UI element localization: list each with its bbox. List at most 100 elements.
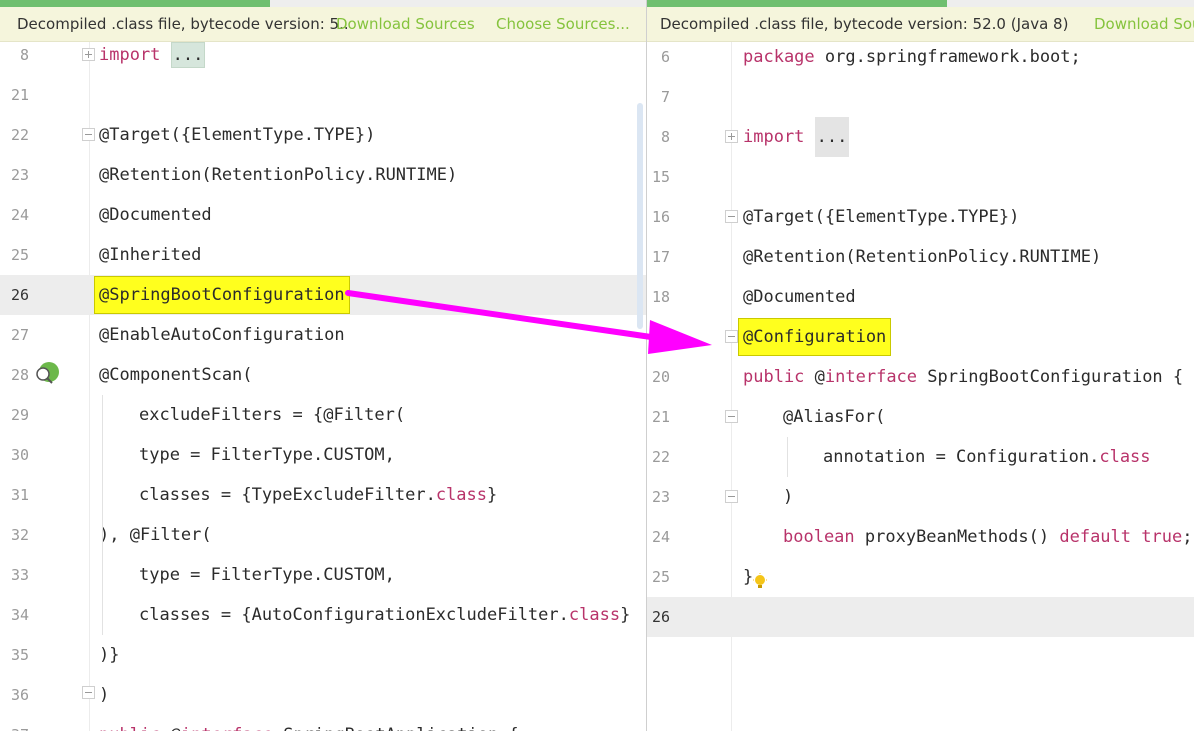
code-text[interactable]: package org.springframework.boot;	[743, 37, 1081, 77]
code-line[interactable]: 6 package org.springframework.boot;	[647, 37, 1194, 77]
right-tab-strip	[947, 0, 1194, 7]
code-line[interactable]: 37 public @interface SpringBootApplicatio…	[0, 715, 646, 731]
code-text[interactable]: import ...	[743, 117, 850, 157]
code-line[interactable]: 18 @Documented	[647, 277, 1194, 317]
code-token: classes = {TypeExcludeFilter.	[139, 485, 436, 505]
code-line[interactable]: 30 type = FilterType.CUSTOM,	[0, 435, 646, 475]
code-line[interactable]: 27 @EnableAutoConfiguration	[0, 315, 646, 355]
code-line[interactable]: 20 public @interface SpringBootConfigurat…	[647, 357, 1194, 397]
line-number: 22	[10, 126, 29, 144]
code-text[interactable]: @Target({ElementType.TYPE})	[743, 197, 1019, 237]
line-number: 37	[0, 715, 29, 731]
code-token: type = FilterType.CUSTOM,	[139, 445, 395, 465]
line-number: 6	[660, 48, 670, 66]
fold-plus-icon[interactable]	[725, 130, 738, 143]
fold-minus-icon[interactable]	[82, 686, 95, 699]
code-token: @AliasFor(	[783, 407, 886, 427]
code-line[interactable]: 25 @Inherited	[0, 235, 646, 275]
fold-minus-icon[interactable]	[725, 490, 738, 503]
fold-minus-icon[interactable]	[725, 410, 738, 423]
code-line[interactable]: 31 classes = {TypeExcludeFilter.class}	[0, 475, 646, 515]
code-line[interactable]: 23 @Retention(RetentionPolicy.RUNTIME)	[0, 155, 646, 195]
line-number: 23	[651, 488, 670, 506]
highlighted-annotation: @SpringBootConfiguration	[94, 276, 350, 314]
code-text[interactable]: @Target({ElementType.TYPE})	[99, 115, 375, 155]
line-number: 21	[651, 408, 670, 426]
code-token: @Documented	[99, 205, 212, 225]
line-number: 17	[651, 248, 670, 266]
code-text[interactable]: annotation = Configuration.class	[823, 437, 1151, 477]
code-text[interactable]: type = FilterType.CUSTOM,	[139, 555, 395, 595]
code-token: )	[783, 487, 794, 507]
code-line[interactable]: 17 @Retention(RetentionPolicy.RUNTIME)	[647, 237, 1194, 277]
left-editor-pane[interactable]: Decompiled .class file, bytecode version…	[0, 0, 646, 731]
code-line[interactable]: 28 @ComponentScan(	[0, 355, 646, 395]
line-number: 31	[10, 486, 29, 504]
code-text[interactable]: @Inherited	[99, 235, 201, 275]
code-text[interactable]: )}	[99, 635, 119, 675]
keyword-token: true	[1141, 527, 1183, 547]
fold-minus-icon[interactable]	[725, 330, 738, 343]
folded-imports-placeholder[interactable]: ...	[814, 117, 850, 157]
code-line[interactable]: 22 @Target({ElementType.TYPE})	[0, 115, 646, 155]
code-line[interactable]: 22 annotation = Configuration.class	[647, 437, 1194, 477]
fold-minus-icon[interactable]	[82, 128, 95, 141]
code-text[interactable]: classes = {TypeExcludeFilter.class}	[139, 475, 497, 515]
code-line[interactable]: 33 type = FilterType.CUSTOM,	[0, 555, 646, 595]
line-number: 8	[660, 128, 670, 146]
code-line[interactable]: 29 excludeFilters = {@Filter(	[0, 395, 646, 435]
code-line[interactable]: 24 @Documented	[0, 195, 646, 235]
indent-guide	[102, 395, 103, 635]
code-line[interactable]: 15	[647, 157, 1194, 197]
code-line[interactable]: 7	[647, 77, 1194, 117]
code-text[interactable]: public @interface SpringBootConfiguratio…	[743, 357, 1183, 397]
fold-minus-icon[interactable]	[725, 210, 738, 223]
line-number: 18	[651, 288, 670, 306]
line-number: 19	[651, 328, 670, 346]
code-text[interactable]: @Documented	[99, 195, 212, 235]
code-line[interactable]: 8 import ...	[0, 35, 646, 75]
folded-imports-placeholder[interactable]: ...	[170, 42, 206, 68]
code-text[interactable]: @SpringBootConfiguration	[94, 275, 350, 315]
code-text[interactable]: type = FilterType.CUSTOM,	[139, 435, 395, 475]
left-scrollbar-thumb[interactable]	[637, 103, 643, 329]
lightbulb-icon[interactable]	[752, 573, 768, 591]
spring-bean-icon[interactable]	[34, 361, 60, 387]
line-number: 7	[660, 88, 670, 106]
right-editor-pane[interactable]: Decompiled .class file, bytecode version…	[647, 0, 1194, 731]
line-number: 33	[10, 566, 29, 584]
code-text[interactable]: @Retention(RetentionPolicy.RUNTIME)	[743, 237, 1101, 277]
keyword-token: default	[1059, 527, 1132, 547]
code-line[interactable]: 24 boolean proxyBeanMethods() default tru…	[647, 517, 1194, 557]
code-text[interactable]: @Configuration	[737, 317, 892, 357]
code-text[interactable]: ), @Filter(	[99, 515, 212, 555]
line-number: 35	[10, 646, 29, 664]
code-line[interactable]: 25}	[647, 557, 1194, 597]
code-token: @EnableAutoConfiguration	[99, 325, 345, 345]
code-text[interactable]: public @interface SpringBootApplication …	[99, 715, 519, 731]
code-text[interactable]: )	[783, 477, 793, 517]
code-line[interactable]: 32), @Filter(	[0, 515, 646, 555]
fold-plus-icon[interactable]	[82, 48, 95, 61]
code-text[interactable]: classes = {AutoConfigurationExcludeFilte…	[139, 595, 630, 635]
code-token: @Target({ElementType.TYPE})	[99, 125, 376, 145]
code-line[interactable]: 36)	[0, 675, 646, 715]
code-text[interactable]: @Retention(RetentionPolicy.RUNTIME)	[99, 155, 457, 195]
code-text[interactable]: )	[99, 675, 109, 715]
code-text[interactable]: excludeFilters = {@Filter(	[139, 395, 405, 435]
code-text[interactable]: boolean proxyBeanMethods() default true;	[783, 517, 1192, 557]
keyword-token: package	[743, 47, 815, 67]
code-text[interactable]: import ...	[99, 35, 206, 75]
code-text[interactable]: @AliasFor(	[783, 397, 885, 437]
code-line[interactable]: 21	[0, 75, 646, 115]
code-text[interactable]: @ComponentScan(	[99, 355, 253, 395]
code-line[interactable]: 35)}	[0, 635, 646, 675]
code-text[interactable]: @Documented	[743, 277, 856, 317]
code-line[interactable]: 34 classes = {AutoConfigurationExcludeFil…	[0, 595, 646, 635]
left-tab-strip	[270, 0, 646, 7]
code-line[interactable]: 26	[647, 597, 1194, 637]
code-token: ;	[1182, 527, 1193, 547]
code-line[interactable]: 26 @SpringBootConfiguration	[0, 275, 646, 315]
code-text[interactable]: @EnableAutoConfiguration	[99, 315, 345, 355]
